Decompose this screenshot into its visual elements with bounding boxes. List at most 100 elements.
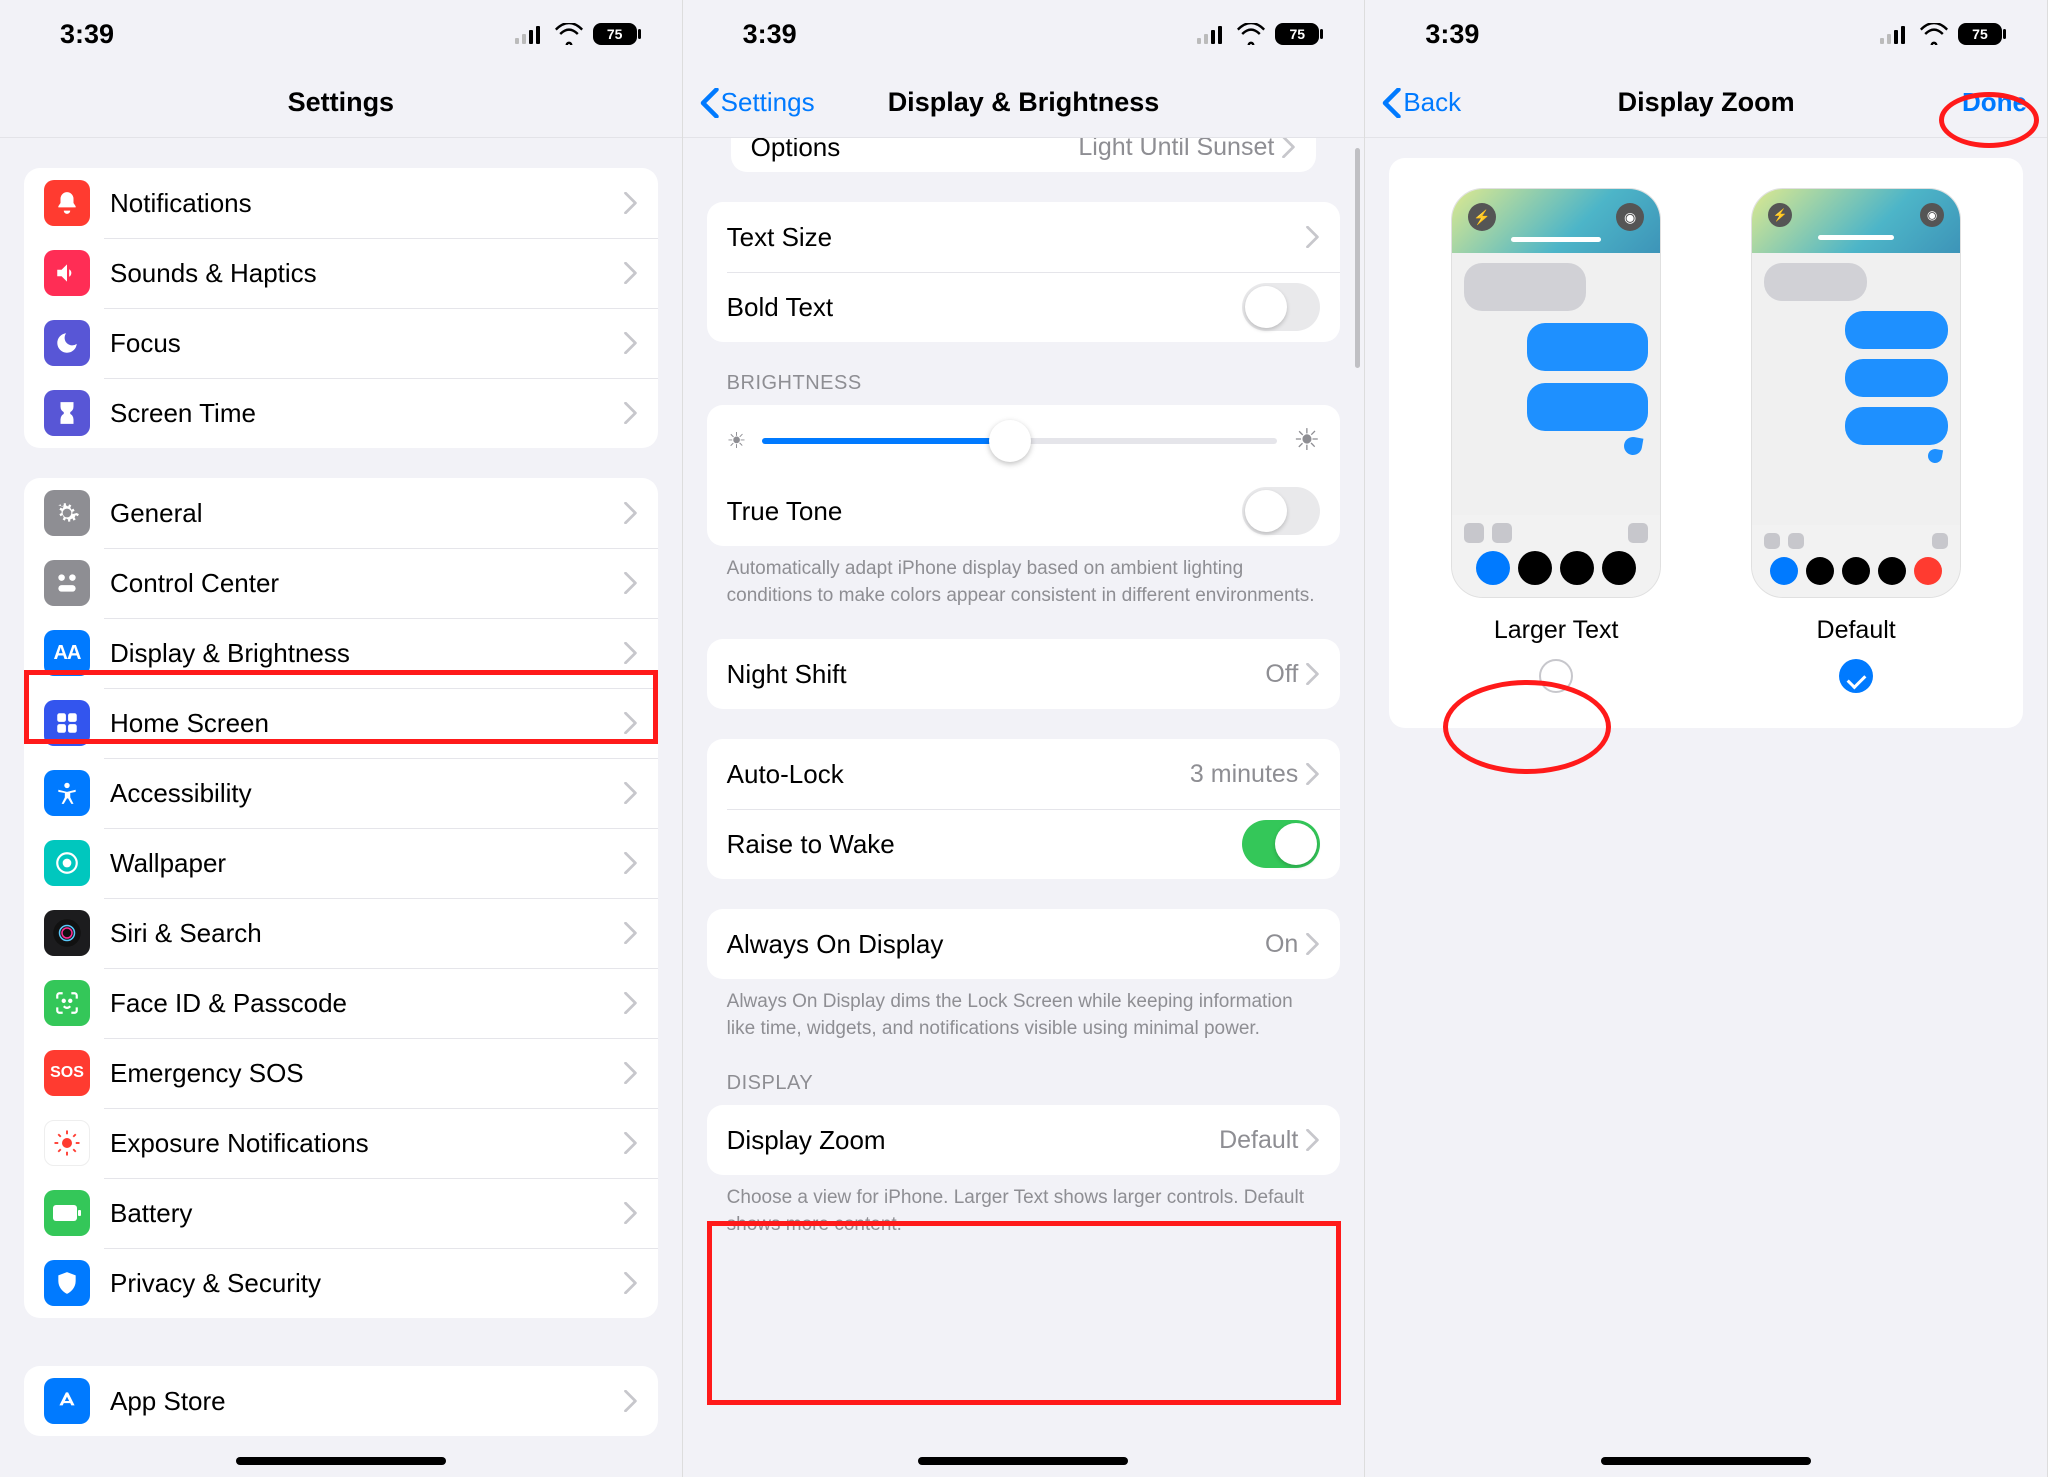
display-header: DISPLAY [707,1042,1341,1105]
notifications-icon [44,180,90,226]
zoom-option-default[interactable]: ⚡ ◉ [1731,188,1981,698]
status-time: 3:39 [743,19,797,50]
settings-row-privacy[interactable]: Privacy & Security [24,1248,658,1318]
battery-icon: 75 [593,23,637,45]
settings-row-display[interactable]: AADisplay & Brightness [24,618,658,688]
page-title: Display & Brightness [888,87,1160,118]
auto-lock-row[interactable]: Auto-Lock 3 minutes [707,739,1341,809]
display-zoom-label: Display Zoom [727,1125,1219,1156]
status-bar: 3:39 75 [1365,0,2047,68]
settings-row-controlcenter[interactable]: Control Center [24,548,658,618]
always-on-row[interactable]: Always On Display On [707,909,1341,979]
screentime-icon [44,390,90,436]
status-time: 3:39 [60,19,114,50]
settings-row-appstore[interactable]: App Store [24,1366,658,1436]
privacy-icon [44,1260,90,1306]
brightness-track[interactable] [762,438,1277,444]
scrollbar-thumb[interactable] [1355,148,1360,368]
home-indicator[interactable] [918,1457,1128,1465]
row-label: Sounds & Haptics [110,258,616,289]
chevron-icon [624,642,638,664]
chevron-icon [1306,933,1320,955]
options-row[interactable]: Options Light Until Sunset [731,138,1317,172]
true-tone-footer: Automatically adapt iPhone display based… [707,546,1341,609]
done-button[interactable]: Done [1962,87,2027,118]
controlcenter-icon [44,560,90,606]
battery-icon: 75 [1275,23,1319,45]
settings-row-screentime[interactable]: Screen Time [24,378,658,448]
chevron-icon [1306,226,1320,248]
settings-scroll[interactable]: Notifications Sounds & Haptics Focus Screen… [0,168,682,1436]
display-zoom-row[interactable]: Display Zoom Default [707,1105,1341,1175]
chevron-icon [624,332,638,354]
settings-row-sos[interactable]: SOSEmergency SOS [24,1038,658,1108]
settings-row-wallpaper[interactable]: Wallpaper [24,828,658,898]
settings-row-homescreen[interactable]: Home Screen [24,688,658,758]
row-label: Control Center [110,568,616,599]
true-tone-label: True Tone [727,496,1243,527]
night-shift-value: Off [1265,660,1298,689]
zoom-label-larger: Larger Text [1431,616,1681,645]
home-indicator[interactable] [1601,1457,1811,1465]
settings-row-siri[interactable]: Siri & Search [24,898,658,968]
bold-text-switch[interactable] [1242,283,1320,331]
display-scroll[interactable]: Options Light Until Sunset Text Size Bol… [683,138,1365,1477]
settings-row-faceid[interactable]: Face ID & Passcode [24,968,658,1038]
sun-small-icon: ☀︎ [727,428,747,454]
settings-row-general[interactable]: General [24,478,658,548]
nav-bar: Settings [0,68,682,138]
chevron-icon [1282,138,1296,158]
wifi-icon [1920,23,1948,45]
zoom-radio-larger[interactable] [1539,659,1573,693]
sun-large-icon: ☀︎ [1293,423,1320,458]
text-size-row[interactable]: Text Size [707,202,1341,272]
back-button[interactable]: Settings [699,87,815,118]
status-time: 3:39 [1425,19,1479,50]
night-shift-row[interactable]: Night Shift Off [707,639,1341,709]
settings-row-focus[interactable]: Focus [24,308,658,378]
flashlight-icon: ⚡ [1768,203,1792,227]
home-indicator[interactable] [236,1457,446,1465]
true-tone-switch[interactable] [1242,487,1320,535]
settings-row-sounds[interactable]: Sounds & Haptics [24,238,658,308]
brightness-fill [762,438,1009,444]
zoom-label-default: Default [1731,616,1981,645]
raise-to-wake-switch[interactable] [1242,820,1320,868]
settings-row-notifications[interactable]: Notifications [24,168,658,238]
row-label: Exposure Notifications [110,1128,616,1159]
accessibility-icon [44,770,90,816]
chevron-icon [624,402,638,424]
bold-text-row[interactable]: Bold Text [707,272,1341,342]
auto-lock-value: 3 minutes [1190,760,1298,789]
general-icon [44,490,90,536]
raise-to-wake-row[interactable]: Raise to Wake [707,809,1341,879]
chevron-icon [1306,663,1320,685]
chevron-icon [624,1202,638,1224]
chevron-icon [624,992,638,1014]
options-label: Options [751,138,1079,163]
chevron-icon [624,1390,638,1412]
always-on-footer: Always On Display dims the Lock Screen w… [707,979,1341,1042]
row-label: Notifications [110,188,616,219]
zoom-radio-default[interactable] [1839,659,1873,693]
chevron-icon [624,192,638,214]
options-value: Light Until Sunset [1078,138,1274,162]
chevron-icon [624,1132,638,1154]
zoom-option-larger[interactable]: ⚡ ◉ Larger Text [1431,188,1681,698]
always-on-label: Always On Display [727,929,1265,960]
row-label: Focus [110,328,616,359]
status-icons: 75 [1197,23,1319,45]
settings-row-accessibility[interactable]: Accessibility [24,758,658,828]
row-label: Home Screen [110,708,616,739]
true-tone-row[interactable]: True Tone [707,476,1341,546]
settings-row-exposure[interactable]: Exposure Notifications [24,1108,658,1178]
display-zoom-panel: 3:39 75 Back Display Zoom Done ⚡ ◉ [1365,0,2048,1477]
row-label: Display & Brightness [110,638,616,669]
back-button[interactable]: Back [1381,87,1461,118]
zoom-options-card: ⚡ ◉ Larger Text [1389,158,2023,728]
brightness-slider[interactable]: ☀︎ ☀︎ [707,405,1341,476]
page-title: Display Zoom [1618,87,1795,118]
settings-row-battery[interactable]: Battery [24,1178,658,1248]
brightness-thumb[interactable] [989,420,1031,462]
zoom-preview-larger: ⚡ ◉ [1451,188,1661,598]
